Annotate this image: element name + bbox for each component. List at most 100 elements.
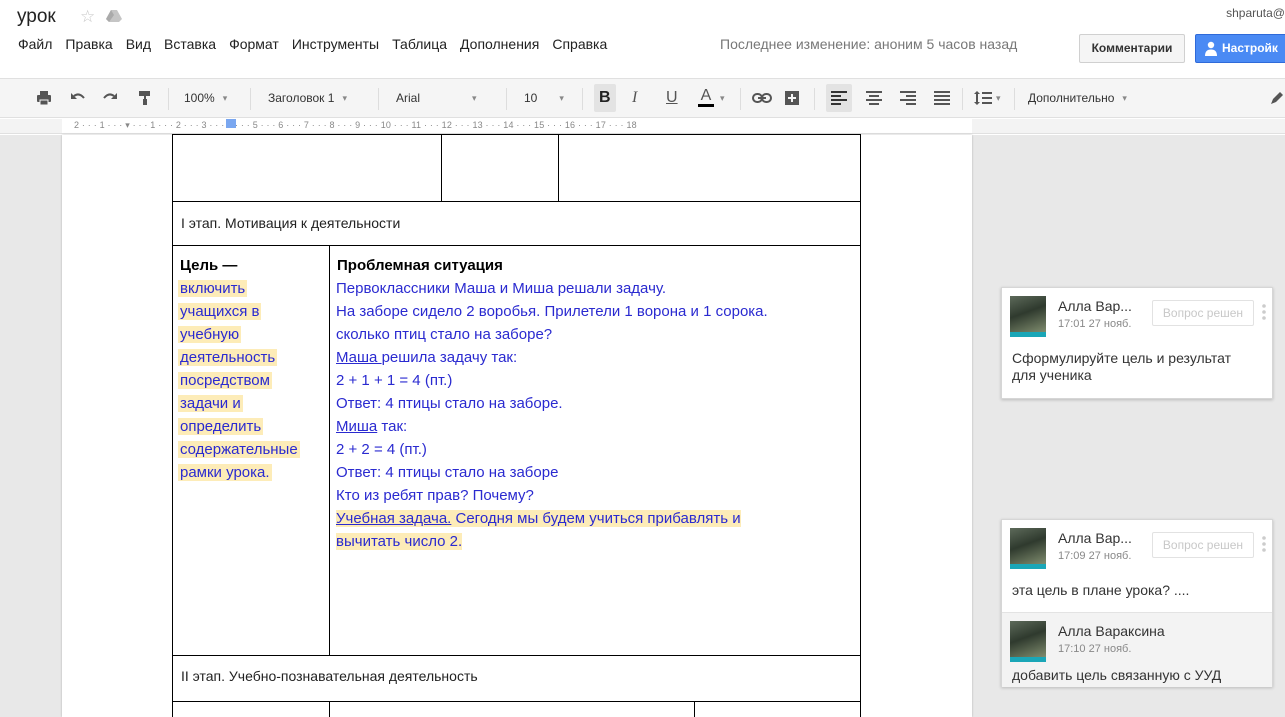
learning-task-text: Сегодня мы будем учиться прибавлять и [451,510,741,527]
share-button[interactable]: Настройк [1195,34,1285,63]
more-vert-icon[interactable] [1260,300,1268,324]
move-to-folder-icon[interactable] [106,9,122,23]
text-color-button[interactable]: A [698,79,714,117]
italic-button[interactable]: I [632,79,637,117]
toolbar: 100% ▾ Заголовок 1 ▾ Arial ▾ 10 ▾ B I U A ▾ … [0,78,1285,118]
goal-line: учащихся в [178,303,262,320]
comment-thread[interactable]: Алла Вар... 17:09 27 нояб. Вопрос решен … [1001,519,1273,687]
edit-pencil-icon[interactable] [1270,79,1284,117]
star-icon[interactable]: ☆ [80,7,95,27]
align-left-icon[interactable] [826,84,852,112]
document-page[interactable]: I этап. Мотивация к деятельности Цель — … [62,134,972,717]
comment-text-line: Сформулируйте цель и результат [1012,350,1232,366]
table-cell[interactable] [694,701,861,717]
more-vert-icon[interactable] [1260,532,1268,556]
zoom-dropdown[interactable]: 100% ▾ [184,79,227,117]
resolve-button[interactable]: Вопрос решен [1152,532,1254,558]
document-canvas: I этап. Мотивация к деятельности Цель — … [0,134,1285,717]
more-dropdown[interactable]: Дополнительно ▾ [1028,79,1127,117]
comment-text: Сформулируйте цель и результат для учени… [1012,350,1231,384]
goal-line: рамки урока. [178,464,272,481]
goal-line: задачи и [178,395,243,412]
menu-bar: Файл Правка Вид Вставка Формат Инструмен… [18,36,620,52]
menu-file[interactable]: Файл [18,36,52,52]
add-comment-icon[interactable] [784,79,800,117]
problem-heading: Проблемная ситуация [337,257,503,274]
avatar [1010,621,1046,662]
font-dropdown[interactable]: Arial ▾ [396,79,477,117]
masha-name: Маша [336,349,382,366]
stage-2-title: II этап. Учебно-познавательная деятельно… [181,668,478,684]
problem-line: сколько птиц стало на заборе? [336,326,553,343]
align-center-icon[interactable] [866,79,882,117]
menu-insert[interactable]: Вставка [164,36,216,52]
more-label: Дополнительно [1028,91,1115,105]
comment-reply[interactable]: Алла Вараксина 17:10 27 нояб. добавить ц… [1002,612,1272,687]
problem-line: Кто из ребят прав? Почему? [336,487,534,504]
table-row[interactable]: II этап. Учебно-познавательная деятельно… [172,655,861,702]
font-size-dropdown[interactable]: 10 ▾ [524,79,564,117]
indent-marker[interactable] [226,119,236,128]
resolve-button[interactable]: Вопрос решен [1152,300,1254,326]
ruler[interactable]: 2 · · · 1 · · · ▾ · · · 1 · · · 2 · · · … [0,119,1285,134]
goal-line: учебную [178,326,242,343]
align-justify-icon[interactable] [934,79,950,117]
problem-line: На заборе сидело 2 воробья. Прилетели 1 … [336,303,768,320]
ruler-numbers: 2 · · · 1 · · · ▾ · · · 1 · · · 2 · · · … [74,120,637,130]
menu-addons[interactable]: Дополнения [460,36,539,52]
masha-rest: решила задачу так: [381,349,518,366]
menu-help[interactable]: Справка [552,36,607,52]
last-edit-link[interactable]: Последнее изменение: аноним 5 часов наза… [720,36,1017,52]
menu-tools[interactable]: Инструменты [292,36,379,52]
person-icon [1205,41,1217,56]
problem-line: Первоклассники Маша и Миша решали задачу… [336,280,667,297]
comment-thread[interactable]: Алла Вар... 17:01 27 нояб. Вопрос решен … [1001,287,1273,399]
text-color-caret[interactable]: ▾ [720,79,725,117]
problem-line: Учебная задача. Сегодня мы будем учиться… [336,507,768,530]
font-value: Arial [396,91,421,105]
line-spacing-icon[interactable]: ▾ [974,79,1001,117]
menu-format[interactable]: Формат [229,36,279,52]
table-cell[interactable] [329,701,695,717]
avatar [1010,528,1046,569]
menu-table[interactable]: Таблица [392,36,447,52]
goal-heading: Цель — [180,257,238,274]
problem-line: Ответ: 4 птицы стало на заборе [336,464,559,481]
problem-line: 2 + 1 + 1 = 4 (пт.) [336,372,453,389]
problem-line: Миша так: [336,415,768,438]
underline-button[interactable]: U [666,79,678,117]
table-cell[interactable] [558,134,861,202]
paint-format-icon[interactable] [138,79,152,117]
redo-icon[interactable] [102,79,118,117]
comment-author: Алла Вараксина [1058,623,1165,639]
problem-line: вычитать число 2. [336,530,768,553]
goal-line: посредством [178,372,272,389]
comments-button[interactable]: Комментарии [1079,34,1185,63]
menu-edit[interactable]: Правка [65,36,112,52]
share-button-label: Настройк [1222,41,1278,55]
user-email[interactable]: shparuta@ [1226,6,1285,20]
table-row[interactable]: I этап. Мотивация к деятельности [172,201,861,246]
table-cell[interactable] [172,701,330,717]
comment-time: 17:09 27 нояб. [1058,550,1132,562]
link-icon[interactable] [752,79,772,117]
comment-text: эта цель в плане урока? .... [1012,582,1190,598]
align-right-icon[interactable] [900,79,916,117]
table-cell[interactable] [172,134,442,202]
document-title[interactable]: урок [17,6,56,28]
bold-button[interactable]: B [594,84,616,112]
goal-line: деятельность [178,349,278,366]
undo-icon[interactable] [70,79,86,117]
style-dropdown[interactable]: Заголовок 1 ▾ [268,79,347,117]
learning-task-link: Учебная задача. [336,510,452,527]
font-size-value: 10 [524,91,538,105]
problem-line: Ответ: 4 птицы стало на заборе. [336,395,563,412]
goal-line: определить [178,418,264,435]
comment-time: 17:10 27 нояб. [1058,643,1132,655]
problem-text: Первоклассники Маша и Миша решали задачу… [336,277,768,553]
print-icon[interactable] [36,79,52,117]
ruler-page-area: 2 · · · 1 · · · ▾ · · · 1 · · · 2 · · · … [62,119,972,133]
comment-time: 17:01 27 нояб. [1058,318,1132,330]
table-cell[interactable] [441,134,559,202]
menu-view[interactable]: Вид [126,36,151,52]
